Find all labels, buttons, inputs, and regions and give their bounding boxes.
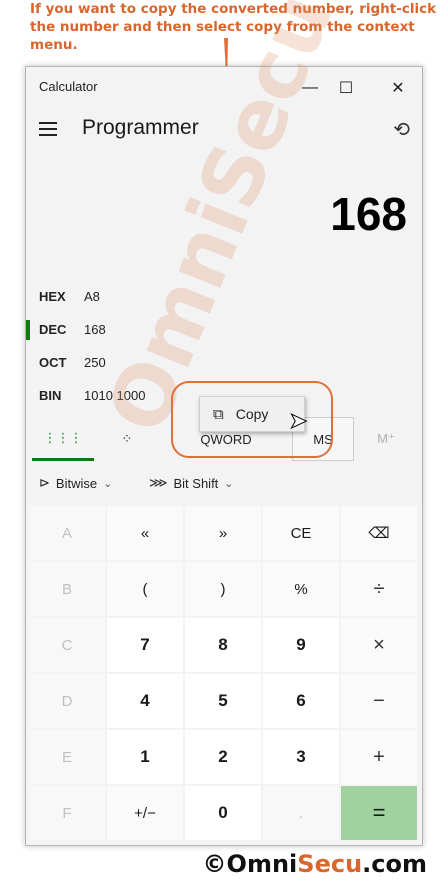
digit-8-button[interactable]: 8 (185, 618, 261, 672)
digit-6-button[interactable]: 6 (263, 674, 339, 728)
equals-button[interactable]: = (341, 786, 417, 840)
operator-toolbar: ⊳ Bitwise ⌄ ⋙ Bit Shift ⌄ (26, 467, 422, 503)
digit-2-button[interactable]: 2 (185, 730, 261, 784)
digit-3-button[interactable]: 3 (263, 730, 339, 784)
digit-7-button[interactable]: 7 (107, 618, 183, 672)
clear-entry-button[interactable]: CE (263, 506, 339, 560)
brand-tld: .com (362, 850, 427, 878)
digit-0-button[interactable]: 0 (185, 786, 261, 840)
radix-value: 250 (84, 355, 106, 370)
key-e[interactable]: E (29, 730, 105, 784)
keypad: A «» CE ⌫ B()% ÷ C 7 8 9 × D 4 5 6− E 1 2 3 + F +/− 0. = (29, 506, 419, 842)
maximize-button[interactable]: ☐ (324, 73, 368, 103)
key-f[interactable]: F (29, 786, 105, 840)
radix-name: HEX (39, 289, 66, 304)
digit-4-button[interactable]: 4 (107, 674, 183, 728)
brand-main: Omni (226, 850, 298, 878)
bit-shift-icon: ⋙ (149, 475, 168, 490)
negate-button[interactable]: +/− (107, 786, 183, 840)
close-button[interactable]: ✕ (376, 73, 420, 103)
radix-name: OCT (39, 355, 67, 370)
key-d[interactable]: D (29, 674, 105, 728)
radix-value: 168 (84, 322, 106, 337)
open-paren-button[interactable]: ( (107, 562, 183, 616)
footer-brand: ©OmniSecu.com (203, 850, 427, 878)
key-shift-right[interactable]: » (185, 506, 261, 560)
memory-add-button[interactable]: M⁺ (356, 417, 416, 461)
key-b[interactable]: B (29, 562, 105, 616)
radix-name: BIN (39, 388, 62, 403)
decimal-button[interactable]: . (263, 786, 339, 840)
digit-5-button[interactable]: 5 (185, 674, 261, 728)
digit-1-button[interactable]: 1 (107, 730, 183, 784)
full-keypad-tab[interactable]: ⋮⋮⋮ (32, 417, 94, 461)
logic-gate-icon: ⊳ (39, 475, 50, 490)
bit-shift-dropdown[interactable]: ⋙ Bit Shift ⌄ (149, 475, 234, 491)
radix-name: DEC (39, 322, 67, 337)
result-display[interactable]: 168 (330, 187, 407, 241)
window-title: Calculator (39, 79, 98, 94)
digit-9-button[interactable]: 9 (263, 618, 339, 672)
copyright-symbol: © (202, 850, 227, 878)
mouse-cursor-icon: ➤ (288, 408, 308, 434)
bit-shift-label: Bit Shift (173, 475, 219, 491)
chevron-down-icon: ⌄ (103, 477, 113, 490)
selected-radix-indicator (26, 320, 30, 340)
annotation-highlight-box (171, 381, 333, 458)
radix-value: A8 (84, 289, 100, 304)
bitwise-label: Bitwise (55, 475, 98, 491)
history-icon[interactable]: ⟲ (393, 117, 410, 142)
subtract-button[interactable]: − (341, 674, 417, 728)
hamburger-menu-icon[interactable] (39, 122, 57, 140)
key-shift-left[interactable]: « (107, 506, 183, 560)
add-button[interactable]: + (341, 730, 417, 784)
close-paren-button[interactable]: ) (185, 562, 261, 616)
mode-title: Programmer (82, 116, 199, 139)
divide-button[interactable]: ÷ (341, 562, 417, 616)
modulo-button[interactable]: % (263, 562, 339, 616)
key-c[interactable]: C (29, 618, 105, 672)
key-a[interactable]: A (29, 506, 105, 560)
instruction-annotation: If you want to copy the converted number… (30, 1, 437, 53)
bitwise-dropdown[interactable]: ⊳ Bitwise ⌄ (39, 475, 112, 491)
backspace-button[interactable]: ⌫ (341, 506, 417, 560)
brand-accent: Secu (297, 850, 363, 878)
multiply-button[interactable]: × (341, 618, 417, 672)
chevron-down-icon: ⌄ (224, 477, 234, 490)
